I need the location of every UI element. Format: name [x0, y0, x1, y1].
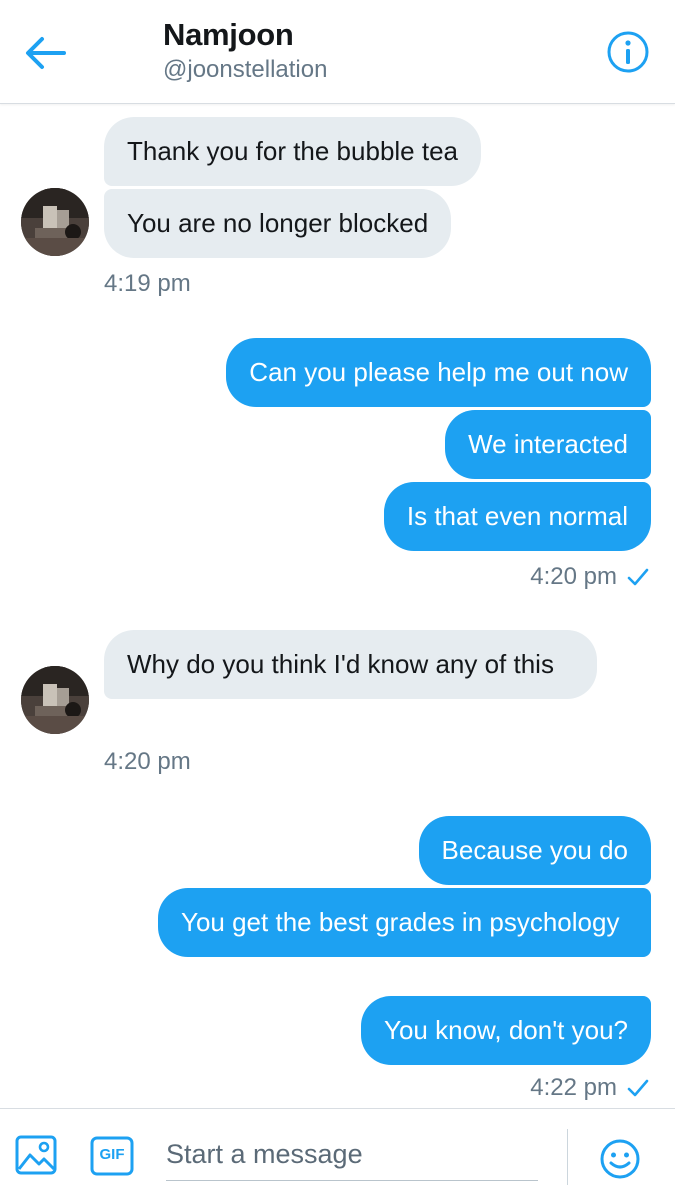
emoji-button[interactable]: [598, 1137, 642, 1181]
arrow-left-icon: [26, 37, 66, 69]
contact-handle: @joonstellation: [163, 56, 328, 83]
avatar[interactable]: [21, 188, 89, 256]
message-thread[interactable]: Thank you for the bubble tea You are no …: [0, 104, 675, 1108]
message-status: 4:20 pm: [530, 563, 649, 591]
avatar[interactable]: [21, 666, 89, 734]
message-timestamp: 4:20 pm: [104, 748, 191, 775]
sent-message[interactable]: You know, don't you?: [361, 996, 651, 1065]
sent-message[interactable]: You get the best grades in psychology: [158, 888, 651, 957]
avatar-photo: [21, 666, 89, 734]
message-status: 4:22 pm: [530, 1074, 649, 1102]
checkmark-icon: [627, 568, 649, 586]
message-composer: GIF: [0, 1108, 675, 1200]
received-message[interactable]: Thank you for the bubble tea: [104, 117, 482, 186]
message-timestamp: 4:20 pm: [530, 563, 617, 590]
avatar-photo: [21, 188, 89, 256]
back-button[interactable]: [20, 30, 70, 76]
gif-button[interactable]: GIF: [90, 1135, 134, 1177]
sent-message[interactable]: Is that even normal: [383, 482, 651, 551]
gif-label: GIF: [99, 1146, 125, 1163]
composer-divider: [567, 1129, 568, 1185]
message-timestamp: 4:22 pm: [530, 1074, 617, 1101]
info-icon: [607, 31, 649, 73]
sent-message[interactable]: Because you do: [418, 816, 651, 885]
image-icon: [15, 1135, 57, 1175]
smiley-icon: [600, 1139, 640, 1179]
received-message[interactable]: You are no longer blocked: [104, 189, 452, 258]
info-button[interactable]: [604, 28, 652, 76]
add-photo-button[interactable]: [14, 1133, 58, 1177]
message-timestamp: 4:19 pm: [104, 270, 191, 297]
sent-message[interactable]: Can you please help me out now: [226, 338, 651, 407]
message-input[interactable]: [166, 1129, 538, 1181]
conversation-header: Namjoon @joonstellation: [0, 0, 675, 104]
contact-name[interactable]: Namjoon: [163, 17, 294, 53]
received-message[interactable]: Why do you think I'd know any of this: [104, 630, 597, 699]
sent-message[interactable]: We interacted: [445, 410, 651, 479]
checkmark-icon: [627, 1079, 649, 1097]
